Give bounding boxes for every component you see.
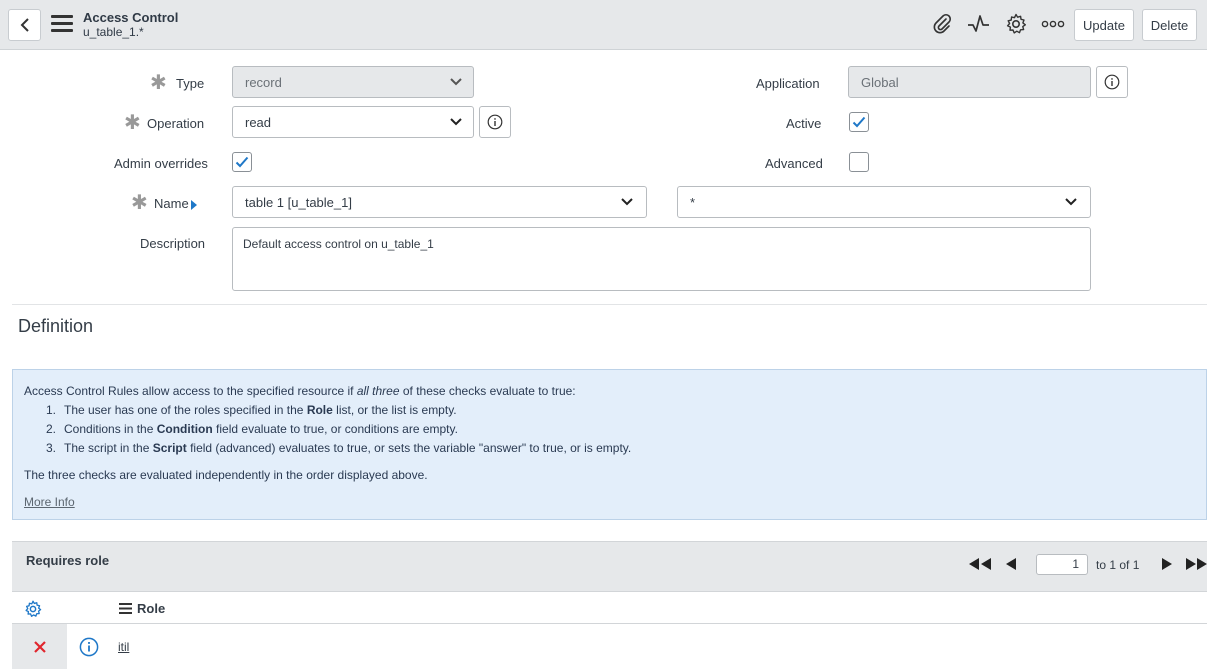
item-number: 3. <box>46 441 57 455</box>
list-item: 3. The script in the Script field (advanc… <box>46 439 1206 458</box>
role-column-header[interactable]: Role <box>119 601 165 616</box>
activity-icon[interactable] <box>967 12 991 36</box>
item-text-end: list, or the list is empty. <box>332 403 457 417</box>
item-text-end: field (advanced) evaluates to true, or s… <box>186 441 632 455</box>
description-textarea[interactable]: Default access control on u_table_1 <box>232 227 1091 291</box>
checkmark-icon <box>852 116 866 128</box>
advanced-label: Advanced <box>765 156 823 171</box>
first-page-icon[interactable] <box>968 558 992 570</box>
chevron-left-icon <box>20 18 29 32</box>
description-label: Description <box>140 236 206 251</box>
form-record-name: u_table_1.* <box>83 25 144 39</box>
chevron-down-icon <box>450 118 462 126</box>
role-link[interactable]: itil <box>118 640 129 654</box>
chevron-down-icon <box>450 78 462 86</box>
name-label: Name <box>154 196 189 211</box>
info-icon <box>487 114 503 130</box>
paperclip-icon[interactable] <box>930 12 954 36</box>
intro-text-end: of these checks evaluate to true: <box>399 384 576 398</box>
info-icon[interactable] <box>79 637 99 657</box>
application-info-button[interactable] <box>1096 66 1128 98</box>
table-column-header: Role <box>12 591 1207 624</box>
item-keyword: Role <box>306 403 333 417</box>
form-header: Access Control u_table_1.* Update Delete <box>0 0 1207 50</box>
type-label: Type <box>176 76 205 91</box>
active-label: Active <box>786 116 822 131</box>
mandatory-indicator: ✱ <box>150 72 167 94</box>
page-range-text: to 1 of 1 <box>1096 558 1140 572</box>
item-text: The user has one of the roles specified … <box>64 403 307 417</box>
table-name-value: table 1 [u_table_1] <box>245 194 352 210</box>
menu-icon[interactable] <box>51 15 73 35</box>
item-text-end: field evaluate to true, or conditions ar… <box>212 422 458 436</box>
definition-tail: The three checks are evaluated independe… <box>24 468 428 482</box>
item-text: Conditions in the <box>64 422 157 436</box>
field-name-value: * <box>690 194 696 210</box>
admin-overrides-checkbox[interactable] <box>232 152 252 172</box>
table-name-select[interactable]: table 1 [u_table_1] <box>232 186 647 218</box>
definition-intro: Access Control Rules allow access to the… <box>24 382 1206 401</box>
table-row: itil <box>12 624 1207 669</box>
list-item: 2. Conditions in the Condition field eval… <box>46 420 1206 439</box>
mandatory-indicator: ✱ <box>124 112 141 134</box>
checkmark-icon <box>235 156 249 168</box>
remove-row-button[interactable] <box>12 624 67 669</box>
update-button[interactable]: Update <box>1074 9 1134 41</box>
mandatory-indicator: ✱ <box>131 192 148 214</box>
next-page-icon[interactable] <box>1161 558 1173 570</box>
caret-right-icon[interactable] <box>190 200 198 210</box>
back-button[interactable] <box>8 9 41 41</box>
role-column-label: Role <box>137 601 166 616</box>
item-text: The script in the <box>64 441 153 455</box>
info-icon <box>1104 74 1120 90</box>
definition-section-title: Definition <box>18 316 94 336</box>
list-item: 1. The user has one of the roles specifie… <box>46 401 1206 420</box>
intro-text: Access Control Rules allow access to the… <box>24 384 357 398</box>
page-number-input[interactable]: 1 <box>1036 554 1088 575</box>
more-info-link[interactable]: More Info <box>24 493 1206 512</box>
item-number: 1. <box>46 403 57 417</box>
chevron-down-icon <box>621 198 633 206</box>
application-field: Global <box>848 66 1091 98</box>
field-name-select[interactable]: * <box>677 186 1091 218</box>
item-keyword: Script <box>152 441 187 455</box>
chevron-down-icon <box>1065 198 1077 206</box>
close-icon <box>33 640 46 653</box>
type-value: record <box>245 74 282 90</box>
gear-icon[interactable] <box>24 600 42 618</box>
intro-emphasis: all three <box>356 384 400 398</box>
definition-checks-list: 1. The user has one of the roles specifie… <box>46 401 1206 458</box>
operation-info-button[interactable] <box>479 106 511 138</box>
admin-overrides-label: Admin overrides <box>114 156 208 171</box>
last-page-icon[interactable] <box>1185 558 1207 570</box>
delete-button[interactable]: Delete <box>1142 9 1197 41</box>
application-label: Application <box>756 76 820 91</box>
item-number: 2. <box>46 422 57 436</box>
type-select[interactable]: record <box>232 66 474 98</box>
column-menu-icon[interactable] <box>119 603 132 614</box>
related-list-title: Requires role <box>26 553 110 568</box>
gear-icon[interactable] <box>1004 12 1028 36</box>
operation-value: read <box>245 114 272 130</box>
operation-label: Operation <box>147 116 205 131</box>
item-keyword: Condition <box>156 422 213 436</box>
previous-page-icon[interactable] <box>1005 558 1017 570</box>
advanced-checkbox[interactable] <box>849 152 869 172</box>
section-divider <box>12 304 1207 305</box>
active-checkbox[interactable] <box>849 112 869 132</box>
related-list-header: Requires role 1 to 1 of 1 <box>12 541 1207 591</box>
more-options-icon[interactable] <box>1041 12 1065 36</box>
definition-info-box: Access Control Rules allow access to the… <box>12 369 1207 520</box>
operation-select[interactable]: read <box>232 106 474 138</box>
form-title: Access Control <box>83 10 179 25</box>
application-value: Global <box>861 74 899 90</box>
